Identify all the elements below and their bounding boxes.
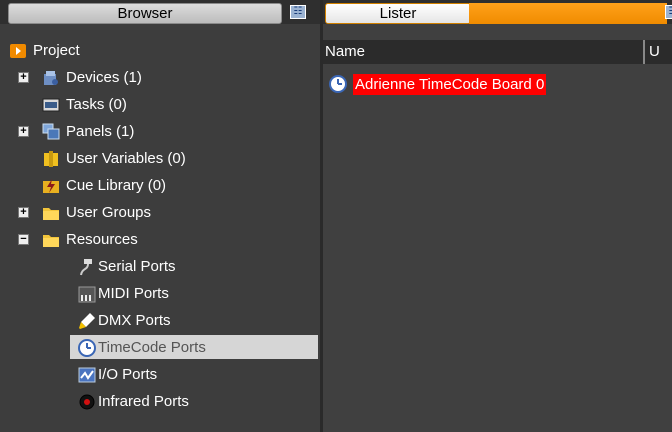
tree-item-label: Cue Library (0) (66, 177, 167, 194)
column-header-name[interactable]: Name (325, 40, 365, 64)
lister-tab-bar (469, 3, 667, 24)
tree-item-user-variables[interactable]: User Variables (0) (0, 145, 320, 172)
midi-port-icon (78, 286, 96, 303)
tree-item-label: Panels (1) (66, 123, 135, 140)
panel-layout-icon[interactable]: ☷ (290, 5, 306, 19)
lister-panel: Lister ☷ Name U Adrienne TimeCode Board … (323, 0, 672, 432)
tree-item-label: User Groups (66, 204, 152, 221)
tree-item-midi-ports[interactable]: MIDI Ports (0, 280, 320, 307)
tree-item-label: Infrared Ports (98, 393, 189, 410)
project-icon (10, 44, 26, 58)
tree-item-cue-library[interactable]: Cue Library (0) (0, 172, 320, 199)
panels-icon (42, 123, 60, 140)
devices-icon (44, 71, 58, 85)
column-resize-handle[interactable] (643, 40, 645, 64)
lister-row-name: Adrienne TimeCode Board 0 (353, 74, 547, 95)
tree-item-panels[interactable]: + Panels (1) (0, 118, 320, 145)
lister-tabstrip: Lister ☷ (323, 0, 672, 24)
expand-toggle[interactable]: + (18, 207, 29, 218)
tree-item-label: DMX Ports (98, 312, 171, 329)
lister-row[interactable]: Adrienne TimeCode Board 0 (323, 70, 672, 98)
tree-item-label: I/O Ports (98, 366, 158, 383)
tree-item-label: Devices (1) (66, 69, 142, 86)
tree-item-timecode-ports[interactable]: TimeCode Ports (0, 334, 320, 361)
tree-item-label: Resources (66, 231, 138, 248)
tree-item-label: Tasks (0) (66, 96, 127, 113)
column-header-u[interactable]: U (649, 40, 660, 64)
tree-item-dmx-ports[interactable]: DMX Ports (0, 307, 320, 334)
serial-port-icon (80, 259, 92, 276)
lister-column-header: Name U (323, 40, 672, 64)
tasks-icon (42, 98, 60, 112)
folder-icon (43, 208, 59, 220)
tree-item-project[interactable]: Project (0, 37, 320, 64)
tree-item-label: MIDI Ports (98, 285, 169, 302)
folder-icon (43, 235, 59, 247)
io-port-icon (78, 367, 96, 383)
infrared-port-icon (79, 394, 95, 410)
lister-tab[interactable]: Lister (325, 3, 471, 24)
tree-item-devices[interactable]: + Devices (1) (0, 64, 320, 91)
tree-item-label: TimeCode Ports (98, 339, 206, 356)
collapse-toggle[interactable]: − (18, 234, 29, 245)
browser-tabstrip: Browser ☷ (0, 0, 320, 24)
tree-item-io-ports[interactable]: I/O Ports (0, 361, 320, 388)
clock-icon (329, 75, 347, 93)
clock-icon (78, 339, 96, 357)
expand-toggle[interactable]: + (18, 72, 29, 83)
dmx-port-icon (79, 313, 95, 329)
app-window: Browser ☷ Project + Devices (1) Tasks (0… (0, 0, 672, 432)
browser-panel: Browser ☷ Project + Devices (1) Tasks (0… (0, 0, 320, 432)
cue-library-icon (43, 179, 59, 193)
tree-item-serial-ports[interactable]: Serial Ports (0, 253, 320, 280)
tree-item-resources[interactable]: − Resources (0, 226, 320, 253)
expand-toggle[interactable]: + (18, 126, 29, 137)
tree-item-label: User Variables (0) (66, 150, 186, 167)
tree-item-label: Project (33, 42, 80, 59)
browser-tab[interactable]: Browser (8, 3, 282, 24)
tree-item-tasks[interactable]: Tasks (0) (0, 91, 320, 118)
tree-item-user-groups[interactable]: + User Groups (0, 199, 320, 226)
tree-item-label: Serial Ports (98, 258, 176, 275)
user-variables-icon (44, 151, 58, 167)
tree-item-infrared-ports[interactable]: Infrared Ports (0, 388, 320, 415)
panel-layout-icon[interactable]: ☷ (665, 5, 672, 19)
